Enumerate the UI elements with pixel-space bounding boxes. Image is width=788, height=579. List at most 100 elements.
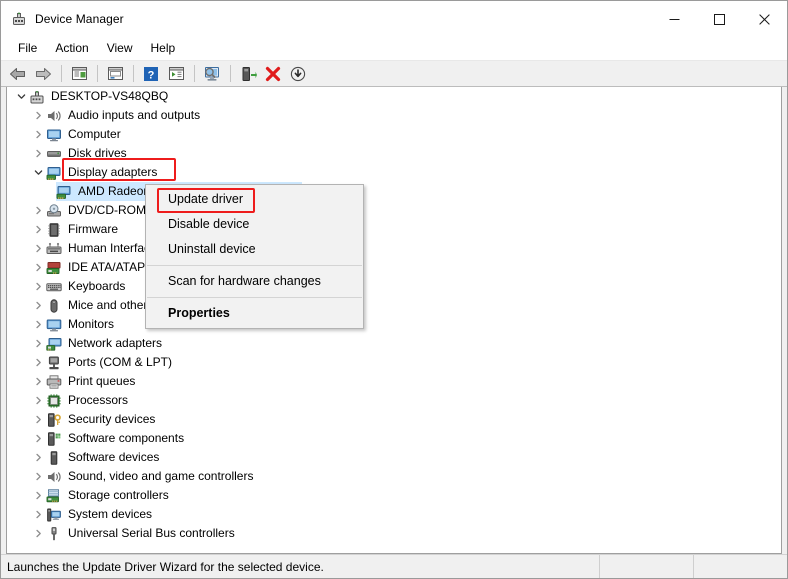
monitor-icon (46, 317, 62, 333)
context-menu[interactable]: Update driver Disable device Uninstall d… (145, 184, 364, 329)
update-driver-button[interactable] (236, 63, 260, 85)
chevron-down-icon[interactable] (30, 163, 46, 182)
context-menu-item-uninstall-device[interactable]: Uninstall device (146, 237, 363, 262)
tree-row[interactable]: DVD/CD-ROM drives (7, 201, 781, 220)
context-menu-item-update-driver[interactable]: Update driver (146, 187, 363, 212)
show-hide-console-tree-button[interactable] (67, 63, 91, 85)
chevron-right-icon[interactable] (30, 220, 46, 239)
chevron-right-icon[interactable] (30, 334, 46, 353)
status-bar: Launches the Update Driver Wizard for th… (1, 554, 787, 578)
tree-row-label: Audio inputs and outputs (68, 108, 201, 122)
maximize-button[interactable] (697, 1, 742, 37)
status-pane-2 (694, 555, 787, 578)
chevron-right-icon[interactable] (30, 258, 46, 277)
chevron-right-icon[interactable] (30, 410, 46, 429)
tree-row[interactable]: Human Interface Devices (7, 239, 781, 258)
tree-row-label: Display adapters (68, 165, 158, 179)
tree-row[interactable]: Monitors (7, 315, 781, 334)
tree-row[interactable]: Network adapters (7, 334, 781, 353)
menu-bar: File Action View Help (1, 37, 787, 61)
chevron-right-icon[interactable] (30, 448, 46, 467)
tree-row[interactable]: Ports (COM & LPT) (7, 353, 781, 372)
tree-row-display-adapters[interactable]: Display adapters (7, 163, 781, 182)
tree-row[interactable]: IDE ATA/ATAPI controllers (7, 258, 781, 277)
menu-item-help[interactable]: Help (142, 38, 185, 59)
context-menu-item-disable-device[interactable]: Disable device (146, 212, 363, 237)
tree-row[interactable]: Audio inputs and outputs (7, 106, 781, 125)
disable-device-button[interactable] (286, 63, 310, 85)
help-icon: ? (144, 66, 158, 81)
device-manager-icon (11, 11, 27, 27)
tree-row-label: Ports (COM & LPT) (68, 355, 173, 369)
disk-drive-icon (46, 146, 62, 162)
chevron-right-icon[interactable] (30, 144, 46, 163)
properties-icon (107, 67, 123, 80)
tree-row[interactable]: Security devices (7, 410, 781, 429)
chevron-right-icon[interactable] (30, 353, 46, 372)
tree-row[interactable]: Disk drives (7, 144, 781, 163)
chevron-right-icon[interactable] (30, 315, 46, 334)
device-tree[interactable]: DESKTOP-VS48QBQ Audio inputs and outputs… (6, 87, 782, 554)
tree-row-label: Sound, video and game controllers (68, 469, 254, 483)
chevron-right-icon[interactable] (30, 239, 46, 258)
context-menu-separator (147, 265, 362, 266)
close-button[interactable] (742, 1, 787, 37)
tree-row[interactable]: Software devices (7, 448, 781, 467)
show-hide-action-pane-button[interactable] (164, 63, 188, 85)
chevron-right-icon[interactable] (30, 106, 46, 125)
back-icon (10, 67, 25, 80)
toolbar-separator (133, 65, 134, 82)
back-button[interactable] (6, 63, 30, 85)
help-button[interactable]: ? (139, 63, 163, 85)
properties-button[interactable] (103, 63, 127, 85)
chevron-right-icon[interactable] (30, 296, 46, 315)
tree-row[interactable]: Sound, video and game controllers (7, 467, 781, 486)
tree-row[interactable]: Software components (7, 429, 781, 448)
context-menu-item-properties[interactable]: Properties (146, 301, 363, 326)
chevron-right-icon[interactable] (30, 429, 46, 448)
chevron-right-icon[interactable] (30, 201, 46, 220)
maximize-icon (714, 13, 725, 25)
context-menu-item-scan-for-hardware-changes[interactable]: Scan for hardware changes (146, 269, 363, 294)
tree-row[interactable]: Universal Serial Bus controllers (7, 524, 781, 543)
tree-row-label: DESKTOP-VS48QBQ (51, 89, 169, 103)
chevron-down-icon[interactable] (13, 87, 29, 106)
tree-row-amd-radeon[interactable]: AMD Radeon (TM) RX Vega 11 Graphics (7, 182, 781, 201)
menu-item-view[interactable]: View (98, 38, 142, 59)
speaker-icon (46, 469, 62, 485)
tree-row[interactable]: DESKTOP-VS48QBQ (7, 87, 781, 106)
tree-row[interactable]: Computer (7, 125, 781, 144)
menu-item-action[interactable]: Action (46, 38, 97, 59)
chevron-right-icon[interactable] (30, 372, 46, 391)
storage-controller-icon (46, 488, 62, 504)
chevron-right-icon[interactable] (30, 277, 46, 296)
tree-row-label: Security devices (68, 412, 156, 426)
software-component-icon (46, 431, 62, 447)
tree-row[interactable]: Processors (7, 391, 781, 410)
tree-row[interactable]: Print queues (7, 372, 781, 391)
tree-row[interactable]: Storage controllers (7, 486, 781, 505)
tree-row[interactable]: System devices (7, 505, 781, 524)
tree-row[interactable]: Firmware (7, 220, 781, 239)
display-adapter-icon (56, 184, 72, 200)
chevron-right-icon[interactable] (30, 486, 46, 505)
uninstall-device-button[interactable] (261, 63, 285, 85)
tree-row-label: Computer (68, 127, 121, 141)
chevron-right-icon[interactable] (30, 505, 46, 524)
menu-item-file[interactable]: File (9, 38, 46, 59)
chevron-right-icon[interactable] (30, 467, 46, 486)
tree-row-label: Firmware (68, 222, 118, 236)
tree-row-label: Storage controllers (68, 488, 169, 502)
chevron-right-icon[interactable] (30, 125, 46, 144)
forward-button[interactable] (31, 63, 55, 85)
tree-row[interactable]: Keyboards (7, 277, 781, 296)
context-menu-separator (147, 297, 362, 298)
tree-row[interactable]: Mice and other pointing devices (7, 296, 781, 315)
scan-for-hardware-changes-button[interactable] (200, 63, 224, 85)
chevron-right-icon[interactable] (30, 524, 46, 543)
status-message: Launches the Update Driver Wizard for th… (1, 555, 600, 578)
chevron-right-icon[interactable] (30, 391, 46, 410)
minimize-button[interactable] (652, 1, 697, 37)
system-device-icon (46, 507, 62, 523)
tree-panel-container: DESKTOP-VS48QBQ Audio inputs and outputs… (1, 87, 787, 554)
